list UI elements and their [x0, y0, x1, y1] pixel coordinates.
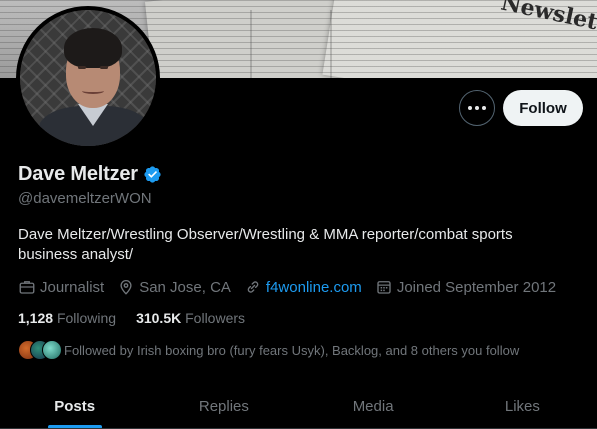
joined-label: Joined September 2012: [396, 278, 557, 296]
follow-button[interactable]: Follow: [503, 90, 583, 126]
follower-avatars: [18, 340, 62, 360]
category-label: Journalist: [40, 278, 105, 296]
tab-media[interactable]: Media: [299, 384, 448, 429]
tab-label: Posts: [54, 398, 96, 415]
followers-count: 310.5K: [136, 310, 182, 326]
avatar-smile: [82, 88, 104, 94]
verified-badge-icon[interactable]: [143, 165, 162, 184]
location-label: San Jose, CA: [139, 278, 231, 296]
followed-by-row[interactable]: Followed by Irish boxing bro (fury fears…: [18, 340, 519, 360]
tab-posts[interactable]: Posts: [0, 384, 149, 429]
avatar-eye: [78, 66, 86, 69]
profile-tabs: Posts Replies Media Likes: [0, 384, 597, 429]
location-pin-icon: [120, 280, 132, 295]
profile-stats: 1,128 Following 310.5K Followers: [18, 310, 265, 326]
profile-handle: @davemeltzerWON: [18, 190, 152, 207]
tab-label: Media: [352, 398, 394, 415]
avatar-hair: [64, 28, 122, 68]
following-label: Following: [56, 310, 117, 326]
avatar-eye: [100, 66, 108, 69]
display-name: Dave Meltzer: [18, 163, 138, 185]
tab-label: Likes: [504, 398, 540, 415]
follower-avatar: [42, 340, 62, 360]
tab-label: Replies: [198, 398, 249, 415]
followed-by-text: Followed by Irish boxing bro (fury fears…: [64, 342, 520, 358]
followers-label: Followers: [185, 310, 246, 326]
profile-page: Newslette Follow Dave Meltzer @davemeltz…: [0, 0, 597, 429]
following-count: 1,128: [18, 310, 54, 326]
website-link[interactable]: f4wonline.com: [266, 279, 362, 296]
profile-meta-row: Journalist San Jose, CA f4wonline.com Jo…: [18, 278, 569, 296]
more-horizontal-icon: [468, 106, 486, 110]
profile-name-row: Dave Meltzer: [18, 163, 162, 186]
followers-stat[interactable]: 310.5K Followers: [136, 310, 245, 326]
profile-avatar[interactable]: [16, 6, 160, 150]
profile-category: Journalist: [18, 278, 104, 296]
more-options-button[interactable]: [459, 90, 495, 126]
profile-bio: Dave Meltzer/Wrestling Observer/Wrestlin…: [18, 226, 513, 263]
following-stat[interactable]: 1,128 Following: [18, 310, 116, 326]
banner-column-rule: [330, 10, 332, 78]
tab-likes[interactable]: Likes: [448, 384, 597, 429]
profile-location: San Jose, CA: [117, 278, 231, 296]
banner-column-rule: [250, 10, 252, 78]
tab-replies[interactable]: Replies: [149, 384, 298, 429]
link-icon: [247, 281, 259, 293]
calendar-icon: [377, 281, 391, 294]
profile-joined: Joined September 2012: [375, 278, 556, 296]
profile-website[interactable]: f4wonline.com: [244, 278, 362, 296]
briefcase-icon: [19, 281, 35, 294]
